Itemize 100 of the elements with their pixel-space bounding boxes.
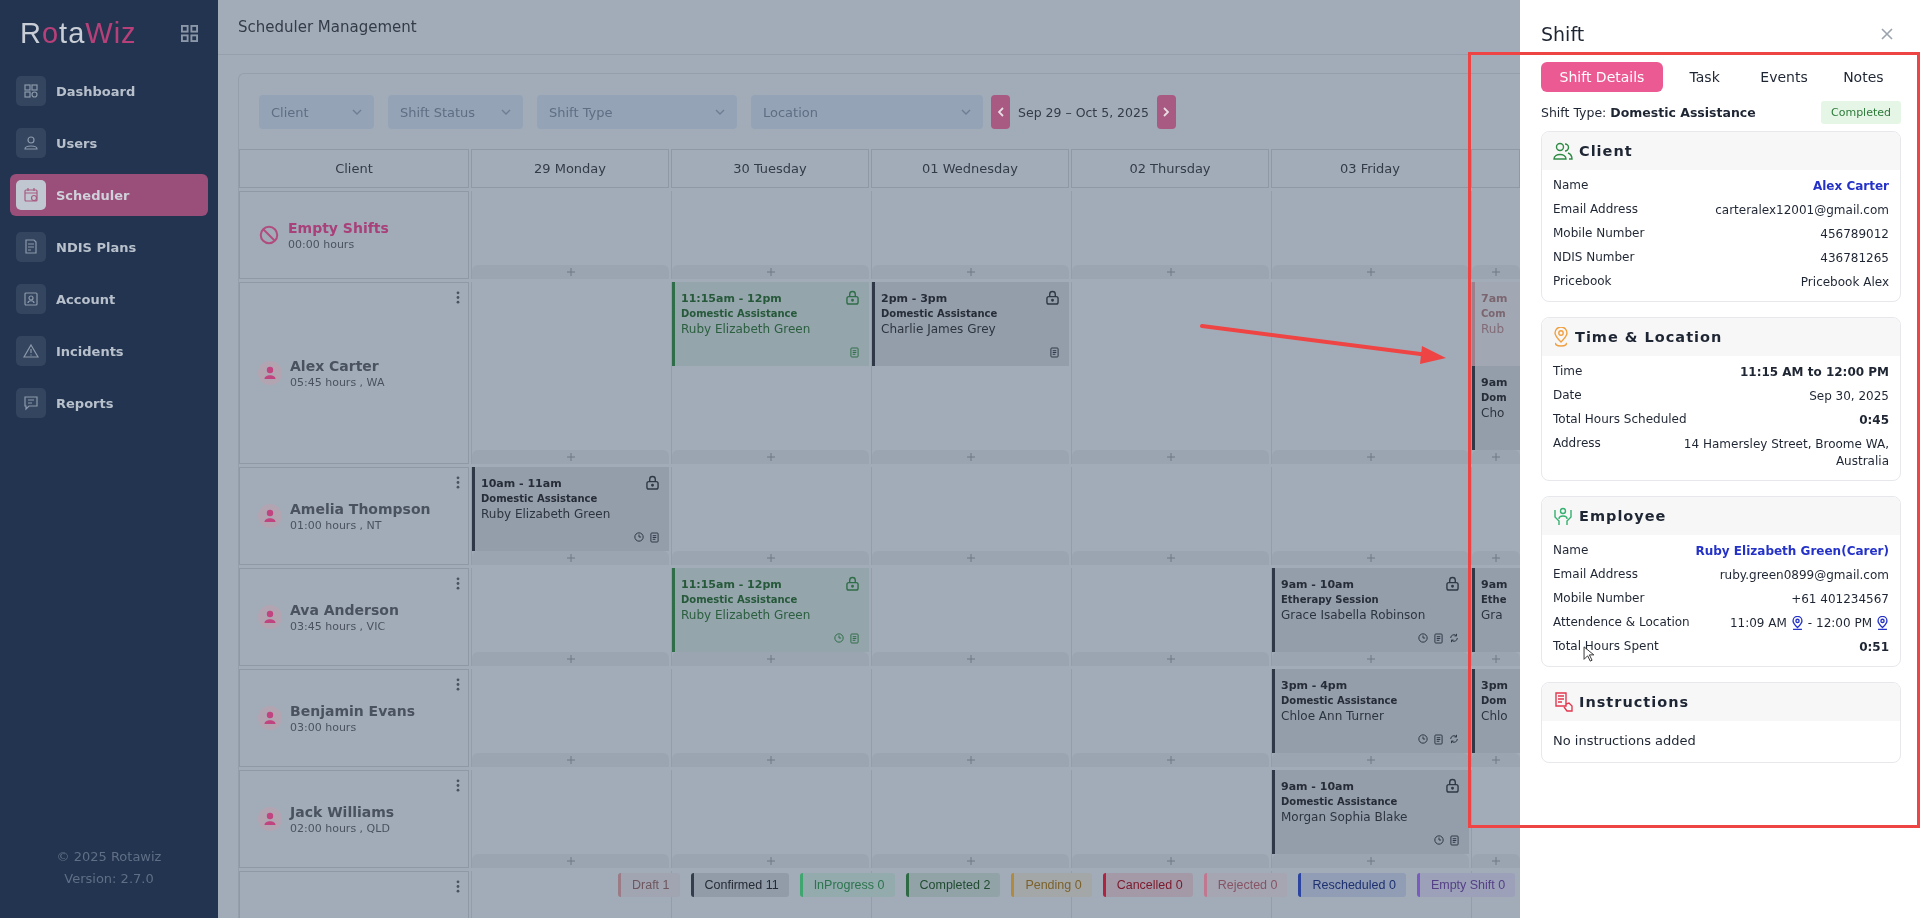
plus-icon [1366,453,1375,461]
no-entry-icon [258,224,280,246]
employee-name: Ruby Elizabeth Green [681,322,811,336]
add-shift-button[interactable] [1472,753,1520,767]
add-shift-button[interactable] [1272,551,1469,565]
add-shift-button[interactable] [472,551,669,565]
add-shift-button[interactable] [1472,265,1520,279]
add-shift-button[interactable] [872,753,1069,767]
tab[interactable]: Notes [1825,62,1901,92]
more-options-icon[interactable] [456,577,460,590]
more-options-icon[interactable] [456,880,460,893]
add-shift-button[interactable] [1272,854,1469,868]
note-icon [1434,633,1443,644]
shift-card[interactable]: 9am - 10am Domestic Assistance Morgan Sophia Blake [1272,770,1469,854]
card-title: Employee [1579,508,1667,524]
add-shift-button[interactable] [1072,265,1269,279]
plus-icon [566,857,575,865]
shift-type: Domestic Assistance [1281,695,1398,706]
field-value[interactable]: Alex Carter [1812,178,1889,195]
add-shift-button[interactable] [1072,854,1269,868]
nav-item[interactable]: Users [10,122,208,164]
client-name: Amelia Thompson [290,500,431,517]
more-options-icon[interactable] [456,291,460,304]
person-avatar-icon [258,361,282,385]
add-shift-button[interactable] [672,450,869,464]
field-label: Mobile Number [1553,591,1645,605]
add-shift-button[interactable] [672,652,869,666]
shift-card[interactable]: 2pm - 3pm Domestic Assistance Charlie James Grey [872,282,1069,366]
page-title: Scheduler Management [238,18,417,36]
field-label: Attendence & Location [1553,615,1690,629]
add-shift-button[interactable] [872,854,1069,868]
add-shift-button[interactable] [1472,854,1520,868]
shift-card[interactable]: 9am Dom Cho [1472,366,1520,450]
more-options-icon[interactable] [456,779,460,792]
more-options-icon[interactable] [456,476,460,489]
client-hours: 01:00 hours , NT [290,518,383,532]
add-shift-button[interactable] [872,265,1069,279]
nav-item[interactable]: Dashboard [10,70,208,112]
shift-time: 9am - 10am [1281,578,1354,591]
add-shift-button[interactable] [1472,652,1520,666]
nav-item[interactable]: Scheduler [10,174,208,216]
more-options-icon[interactable] [456,678,460,691]
plus-icon [1366,268,1375,276]
add-shift-button[interactable] [1072,753,1269,767]
add-shift-button[interactable] [1272,753,1469,767]
shift-card[interactable]: 9am - 10am Etherapy Session Grace Isabella Robinson [1272,568,1469,652]
add-shift-button[interactable] [672,753,869,767]
tab[interactable]: Task [1667,62,1743,92]
shift-card[interactable]: 11:15am - 12pm Domestic Assistance Ruby Elizabeth Green [672,568,869,652]
add-shift-button[interactable] [1272,265,1469,279]
add-shift-button[interactable] [1472,450,1520,464]
add-shift-button[interactable] [472,265,669,279]
add-shift-button[interactable] [1072,551,1269,565]
nav-icon [16,128,46,158]
legend-label: Confirmed 11 [703,877,780,894]
add-shift-button[interactable] [872,551,1069,565]
apps-grid-icon[interactable] [181,24,198,42]
tab[interactable]: Events [1746,62,1822,92]
add-shift-button[interactable] [472,753,669,767]
person-avatar-icon [258,807,282,831]
field-value: 0:51 [1859,639,1889,656]
nav-item[interactable]: Account [10,278,208,320]
close-icon[interactable] [1881,28,1893,40]
add-shift-button[interactable] [472,652,669,666]
location-pin-icon[interactable] [1876,615,1889,632]
add-shift-button[interactable] [672,551,869,565]
previous-week-button[interactable] [991,95,1010,129]
add-shift-button[interactable] [1072,652,1269,666]
field-label: Email Address [1553,202,1638,216]
shift-card[interactable]: 9am Ethe Gra [1472,568,1520,652]
column-header: 01 Wednesday [871,149,1069,188]
next-week-button[interactable] [1156,95,1176,129]
nav-item[interactable]: Incidents [10,330,208,372]
note-icon [1434,734,1443,745]
shift-card[interactable]: 3pm Dom Chlo [1472,669,1520,753]
add-shift-button[interactable] [872,652,1069,666]
shift-card[interactable]: 11:15am - 12pm Domestic Assistance Ruby Elizabeth Green [672,282,869,366]
field-value: 14 Hamersley Street, Broome WA, Australia [1682,436,1889,470]
note-icon [850,347,859,358]
add-shift-button[interactable] [1072,450,1269,464]
nav-item[interactable]: NDIS Plans [10,226,208,268]
shift-card[interactable]: 3pm - 4pm Domestic Assistance Chloe Ann Turner [1272,669,1469,753]
shift-card[interactable]: 10am - 11am Domestic Assistance Ruby Elizabeth Green [472,467,669,551]
add-shift-button[interactable] [1272,450,1469,464]
field-label: Email Address [1553,567,1638,581]
location-pin-icon[interactable] [1790,615,1804,632]
add-shift-button[interactable] [872,450,1069,464]
shift-time: 11:15am - 12pm [681,578,782,591]
plus-icon [766,857,775,865]
add-shift-button[interactable] [472,450,669,464]
add-shift-button[interactable] [672,854,869,868]
add-shift-button[interactable] [472,854,669,868]
shift-type: Dom [1481,695,1507,706]
column-header: 30 Tuesday [671,149,869,188]
field-value[interactable]: Ruby Elizabeth Green(Carer) [1695,543,1889,560]
tab[interactable]: Shift Details [1541,62,1663,92]
nav-item[interactable]: Reports [10,382,208,424]
add-shift-button[interactable] [672,265,869,279]
add-shift-button[interactable] [1472,551,1520,565]
add-shift-button[interactable] [1272,652,1469,666]
